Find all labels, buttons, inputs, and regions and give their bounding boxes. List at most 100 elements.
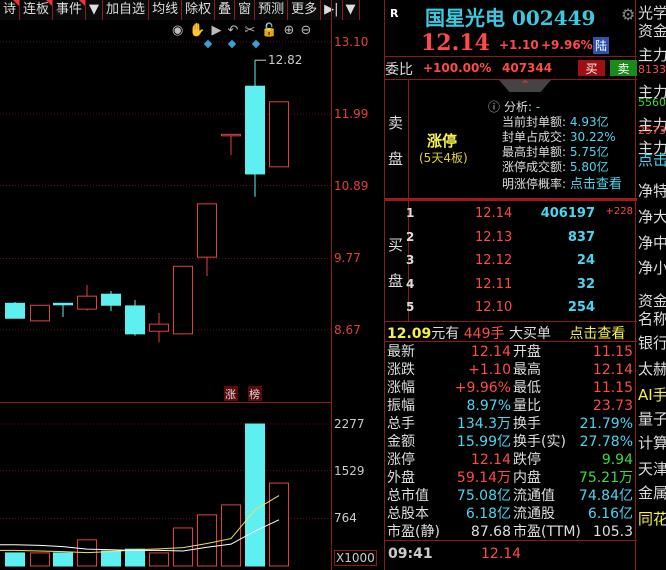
toolbar-item[interactable]: ▼ [86,0,104,20]
volume-tick: 764 [334,511,357,526]
candle[interactable] [221,133,241,156]
stat-label: 涨停 [387,452,415,468]
volume-bar[interactable] [269,482,289,567]
toolbar-item[interactable]: 除权 [182,0,216,20]
collapse-chevron-icon[interactable]: ^ [499,80,551,92]
side-list-item[interactable]: 点击 [638,149,666,170]
stat-value: +9.96% [454,380,511,396]
event-marker[interactable] [227,39,237,49]
stat-label: 换手 [513,416,541,432]
candle[interactable] [173,265,193,335]
toolbar-item[interactable]: 事件 [53,0,87,20]
candlestick-chart[interactable]: 12.82 涨榜 [0,20,331,570]
side-list-item[interactable]: 资金 [638,20,666,41]
side-list-item[interactable]: 金属 [638,482,666,503]
analysis-value: 5.75亿 [569,145,609,159]
stock-title: 国星光电 002449 [425,6,596,30]
stat-label: 市盈(TTM) [513,524,581,540]
analysis-value[interactable]: 点击查看 [570,177,622,192]
volume-bar[interactable] [53,552,73,567]
side-list-item[interactable]: 净特 [638,180,666,201]
gear-icon[interactable]: ⚙ [621,5,635,24]
side-list-item[interactable]: 天津 [638,458,666,479]
candle[interactable] [149,313,169,343]
toolbar-item[interactable]: 窗 [235,0,256,20]
side-list-item[interactable]: 2573 [638,124,666,137]
side-list-item[interactable]: 同花 [638,508,666,529]
side-list-item[interactable]: 主力 [638,44,666,65]
analysis-label: 分析 [504,100,529,114]
candle[interactable] [77,285,97,311]
side-list-item[interactable]: 量子 [638,408,666,429]
chart-marker[interactable]: 榜 [249,387,260,401]
big-order-link[interactable]: 点击查看 [569,326,625,342]
volume-tick: 2277 [334,417,365,431]
toolbar-item[interactable]: 更多 [288,0,322,20]
candle[interactable] [53,302,73,317]
sell-button[interactable]: 卖 [610,60,637,76]
side-list-item[interactable]: 太赫 [638,358,666,379]
stat-label: 最高 [513,362,541,378]
side-list-item[interactable]: 名称 [638,308,666,329]
volume-bar[interactable] [245,423,265,567]
toolbar-item[interactable]: 诗 [0,0,21,20]
event-marker[interactable] [203,39,213,49]
volume-bar[interactable] [125,548,145,567]
side-list-item[interactable]: 计算 [638,432,666,453]
candle[interactable] [197,203,217,276]
stat-label: 换手(实) [513,434,566,450]
price-tick: 8.67 [334,322,361,337]
toolbar-item[interactable]: 加自选 [103,0,150,20]
bid-price: 12.12 [475,253,513,268]
stat-label: 总手 [387,416,415,432]
colon: : [562,160,570,174]
candle[interactable] [30,304,50,322]
analysis-value: 4.93亿 [569,115,609,129]
volume-bar[interactable] [30,552,50,567]
side-list-item[interactable]: 净大 [638,206,666,227]
market-badge: 陆 [593,37,610,54]
candle[interactable] [245,60,265,197]
bid-price: 12.10 [475,300,513,315]
side-list-item[interactable]: 净小 [638,257,666,278]
stat-label: 流通股 [513,506,555,522]
level: 1 [406,206,415,220]
info-icon[interactable]: ⓘ [488,100,500,114]
toolbar-item[interactable]: 连板 [20,0,54,20]
toolbar-item[interactable]: 均线 [149,0,183,20]
candle[interactable] [269,101,289,168]
analysis-label: 当前封单额 [502,115,563,129]
volume-bar[interactable] [221,504,241,567]
side-list-item[interactable]: 8133 [638,63,666,76]
volume-bar[interactable] [149,552,169,567]
analysis-label: 涨停成交额 [502,160,563,174]
chart-marker[interactable]: 涨 [225,388,236,401]
side-list-item[interactable]: 银行 [638,332,666,353]
stat-label: 金额 [387,434,415,450]
price-tick: 10.89 [334,178,369,193]
stat-label: 开盘 [513,344,541,360]
analysis-row[interactable]: 明涨停概率: 点击查看 [502,173,622,192]
event-marker[interactable] [251,39,261,49]
volume-bar[interactable] [5,552,25,567]
volume-bar[interactable] [101,550,121,567]
side-list-item[interactable]: AI手 [638,384,666,405]
colon: : [562,130,570,144]
buy-button[interactable]: 买 [578,60,605,76]
stat-value: 23.73 [592,398,633,414]
toolbar-item[interactable]: 预测 [255,0,289,20]
side-list-item[interactable]: 5560 [638,96,666,109]
r-badge: R [390,7,399,20]
volume-bar[interactable] [197,514,217,567]
panel-divider [0,402,331,403]
toolbar-item[interactable]: 叠 [215,0,236,20]
bid-volume: 837 [567,229,595,245]
candle[interactable] [125,300,145,336]
candle[interactable] [101,290,121,312]
analysis-value: 5.80亿 [569,160,609,174]
chart-toolbar: 诗连板事件▼加自选均线除权叠窗预测更多▶|▼ [0,0,360,20]
big-order-banner[interactable]: 12.09元有 449手 大买单 点击查看 [387,323,625,343]
candle[interactable] [5,302,25,319]
side-list-item[interactable]: 净中 [638,232,666,253]
toolbar-item[interactable]: ▼ [342,0,360,20]
